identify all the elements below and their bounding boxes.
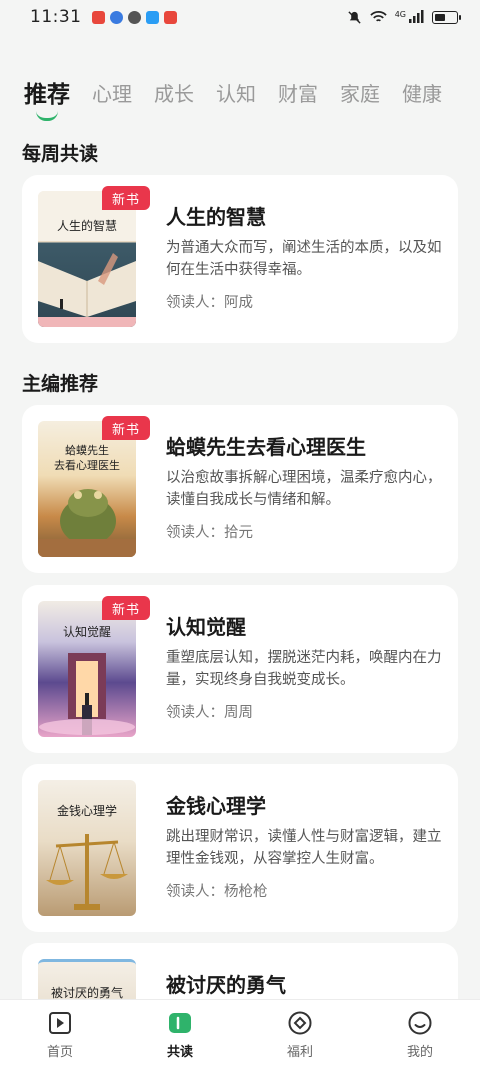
nav-welfare[interactable]: 福利 — [240, 1000, 360, 1067]
bottom-navigation: 首页 共读 福利 我的 — [0, 999, 480, 1067]
smile-icon — [408, 1011, 432, 1035]
tab-family[interactable]: 家庭 — [340, 78, 380, 107]
status-right: 4G — [347, 9, 461, 25]
doorway-illustration — [39, 653, 135, 735]
book-reader: 领读人：周周 — [166, 705, 253, 721]
category-tabs: 推荐 心理 成长 认知 财富 家庭 健康 — [0, 70, 480, 121]
status-bar: 11:31 4G — [0, 0, 480, 34]
book-description: 为普通大众而写，阐述生活的本质，以及如何在生活中获得幸福。 — [166, 240, 442, 278]
tab-recommend[interactable]: 推荐 — [24, 75, 70, 121]
wechat-notification-icon — [127, 10, 141, 24]
book-cover: 认知觉醒 — [38, 601, 136, 737]
new-book-badge: 新书 — [102, 596, 150, 620]
status-time: 11:31 — [30, 7, 82, 27]
tab-cognition[interactable]: 认知 — [216, 78, 256, 107]
book-title: 人生的智慧 — [166, 205, 266, 229]
new-book-badge: 新书 — [102, 416, 150, 440]
book-description: 跳出理财常识，读懂人性与财富逻辑，建立理性金钱观，从容掌控人生财富。 — [166, 829, 442, 867]
book-title: 蛤蟆先生去看心理医生 — [166, 435, 366, 459]
new-book-badge: 新书 — [102, 186, 150, 210]
nav-label: 共读 — [166, 1045, 193, 1060]
mute-icon — [348, 10, 361, 24]
frog-illustration — [38, 489, 136, 557]
book-title: 金钱心理学 — [166, 794, 266, 818]
book-cover: 蛤蟆先生 去看心理医生 — [38, 421, 136, 557]
tab-label: 推荐 — [24, 82, 70, 108]
gift-icon — [288, 1011, 312, 1035]
scale-illustration — [46, 834, 128, 910]
nav-reading[interactable]: 共读 — [120, 1000, 240, 1067]
book-card[interactable]: 金钱心理学 金钱心理学 跳出理财常识，读懂人性与财富逻辑，建立理性金钱观，从容掌… — [22, 764, 458, 932]
nav-label: 福利 — [286, 1045, 313, 1060]
book-cover: 金钱心理学 — [38, 780, 136, 916]
book-title: 被讨厌的勇气 — [166, 973, 286, 997]
tab-growth[interactable]: 成长 — [154, 78, 194, 107]
book-card[interactable]: 认知觉醒 新书 认知觉醒 重塑底层认知，摆脱迷茫内耗，唤醒内在力量，实现终身自我… — [22, 585, 458, 753]
book-card[interactable]: 蛤蟆先生 去看心理医生 新书 蛤蟆先生去看心理医生 以治愈故事拆解心理困境，温柔… — [22, 405, 458, 573]
book-icon — [169, 1013, 191, 1033]
tab-wealth[interactable]: 财富 — [278, 78, 318, 107]
nav-label: 首页 — [46, 1045, 73, 1060]
network-type: 4G — [394, 9, 406, 19]
nav-label: 我的 — [406, 1045, 433, 1060]
book-description: 重塑底层认知，摆脱迷茫内耗，唤醒内在力量，实现终身自我蜕变成长。 — [166, 650, 442, 688]
active-tab-indicator — [36, 111, 58, 121]
weekly-section-title: 每周共读 — [22, 143, 99, 165]
book-description: 以治愈故事拆解心理困境，温柔疗愈内心，读懂自我成长与情绪和解。 — [166, 470, 442, 508]
book-card[interactable]: 人生的智慧 新书 人生的智慧 为普通大众而写，阐述生活的本质，以及如何在生活中获… — [22, 175, 458, 343]
open-book-illustration — [38, 253, 136, 327]
wifi-icon — [370, 11, 387, 22]
app-notification-icon — [91, 10, 105, 24]
battery-icon — [432, 10, 461, 24]
editor-section-title: 主编推荐 — [22, 373, 99, 395]
play-icon — [49, 1012, 71, 1034]
book-cover: 人生的智慧 — [38, 191, 136, 327]
nav-home[interactable]: 首页 — [0, 1000, 120, 1067]
browser-notification-icon — [109, 10, 123, 24]
nav-mine[interactable]: 我的 — [360, 1000, 480, 1067]
book-reader: 领读人：阿成 — [166, 295, 253, 311]
status-notification-icons — [91, 10, 177, 24]
search-notification-icon — [145, 10, 159, 24]
tab-health[interactable]: 健康 — [402, 78, 442, 107]
book-title: 认知觉醒 — [166, 615, 246, 639]
book-reader: 领读人：拾元 — [166, 525, 253, 541]
tab-psychology[interactable]: 心理 — [92, 78, 132, 107]
book-reader: 领读人：杨枪枪 — [166, 884, 268, 900]
news-notification-icon — [163, 10, 177, 24]
signal-icon — [409, 10, 424, 23]
